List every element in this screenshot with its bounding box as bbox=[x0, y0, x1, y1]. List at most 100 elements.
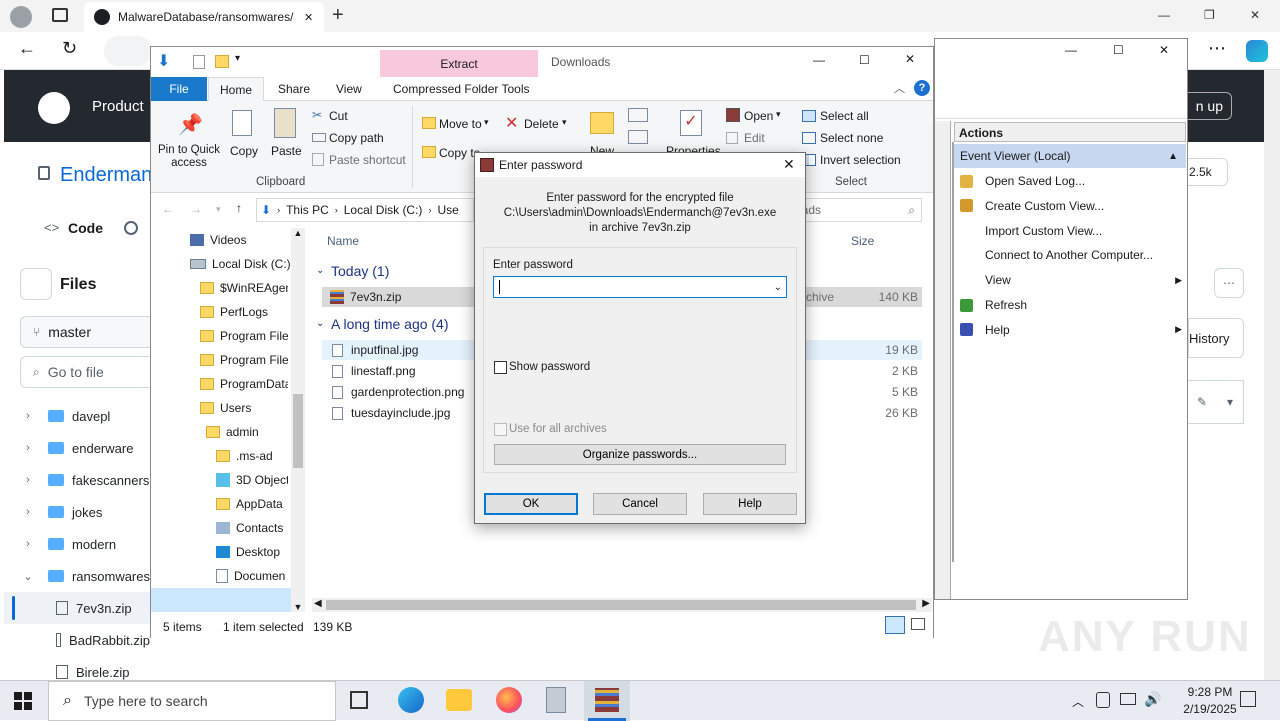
invert-selection-button[interactable]: Invert selection bbox=[820, 153, 901, 167]
nav-item[interactable]: ProgramData bbox=[200, 372, 288, 396]
ok-button[interactable]: OK bbox=[484, 493, 578, 515]
nav-up-icon[interactable]: ↑ bbox=[236, 201, 242, 215]
organize-passwords-button[interactable]: Organize passwords... bbox=[494, 444, 786, 465]
issues-icon[interactable] bbox=[124, 221, 138, 235]
action-item[interactable]: Connect to Another Computer... bbox=[960, 243, 1182, 267]
easy-access-icon[interactable] bbox=[628, 130, 648, 144]
nav-recent-icon[interactable]: ▾ bbox=[216, 204, 221, 215]
tree-item[interactable]: BadRabbit.zip bbox=[4, 624, 150, 656]
repo-name[interactable]: Enderman bbox=[60, 164, 152, 187]
tree-item[interactable]: › modern bbox=[4, 528, 150, 560]
window-restore-button[interactable]: ❐ bbox=[1204, 8, 1215, 22]
tab-actions-icon[interactable] bbox=[52, 8, 68, 22]
help-icon[interactable]: ? bbox=[914, 80, 930, 96]
group-collapse-icon[interactable]: ⌄ bbox=[316, 318, 324, 329]
column-header-name[interactable]: Name bbox=[327, 234, 359, 248]
signup-button[interactable]: n up bbox=[1182, 92, 1232, 120]
nav-scrollbar[interactable]: ▲ ▼ bbox=[291, 228, 305, 612]
group-collapse-icon[interactable]: ⌄ bbox=[316, 265, 324, 276]
nav-item[interactable]: Program Files bbox=[200, 348, 288, 372]
volume-icon[interactable]: 🔊 bbox=[1144, 691, 1161, 708]
tree-item[interactable]: › enderware bbox=[4, 432, 150, 464]
edge-icon[interactable] bbox=[398, 687, 424, 713]
nav-item[interactable]: $WinREAgent bbox=[200, 276, 288, 300]
tree-item[interactable]: › fakescanners bbox=[4, 464, 150, 496]
nav-item[interactable]: Users bbox=[200, 396, 251, 420]
nav-item[interactable]: PerfLogs bbox=[200, 300, 268, 324]
delete-dropdown-icon[interactable]: ▾ bbox=[562, 117, 567, 128]
actions-section[interactable]: Event Viewer (Local) ▲ bbox=[954, 144, 1186, 168]
group-today[interactable]: Today (1) bbox=[331, 263, 389, 279]
nav-item[interactable]: Desktop bbox=[216, 540, 280, 564]
group-long-ago[interactable]: A long time ago (4) bbox=[331, 316, 449, 332]
winrar-taskbar-icon[interactable] bbox=[584, 681, 630, 721]
password-input[interactable]: ⌄ bbox=[493, 276, 787, 298]
nav-item[interactable]: .ms-ad bbox=[216, 444, 273, 468]
ev-close-button[interactable]: ✕ bbox=[1159, 43, 1169, 57]
branch-selector[interactable]: ⑂ master bbox=[20, 316, 160, 348]
profile-icon[interactable] bbox=[10, 6, 32, 28]
cut-button[interactable]: Cut bbox=[329, 109, 348, 123]
go-to-file-input[interactable]: ⌕ Go to file bbox=[20, 356, 160, 388]
nav-scroll-up-icon[interactable]: ▲ bbox=[291, 228, 305, 238]
quick-access-down-icon[interactable]: ⬇ bbox=[157, 51, 170, 71]
show-password-label[interactable]: Show password bbox=[509, 361, 590, 373]
search-box[interactable]: oads ⌕ bbox=[790, 198, 922, 222]
window-minimize-button[interactable]: — bbox=[1158, 8, 1170, 22]
tab-code[interactable]: Code bbox=[68, 220, 103, 236]
firefox-icon[interactable] bbox=[496, 687, 522, 713]
browser-tab[interactable]: MalwareDatabase/ransomwares/ ✕ bbox=[84, 2, 324, 32]
window-close-button[interactable]: ✕ bbox=[1250, 8, 1260, 22]
page-scrollbar[interactable] bbox=[1264, 70, 1280, 680]
tab-compressed-folder-tools[interactable]: Compressed Folder Tools bbox=[393, 82, 530, 96]
chevron-icon[interactable]: › bbox=[20, 410, 36, 422]
scroll-left-icon[interactable]: ◀ bbox=[314, 598, 322, 609]
ev-maximize-button[interactable]: ☐ bbox=[1113, 43, 1124, 57]
action-item[interactable]: Refresh bbox=[960, 293, 1182, 317]
tray-overflow-icon[interactable]: ︿ bbox=[1072, 693, 1084, 710]
open-dropdown-icon[interactable]: ▾ bbox=[776, 109, 781, 120]
copy-button[interactable]: Copy bbox=[230, 144, 258, 158]
file-explorer-taskbar-icon[interactable] bbox=[446, 689, 472, 711]
chevron-icon[interactable]: ⌄ bbox=[20, 570, 36, 583]
stars-count[interactable]: 2.5k bbox=[1184, 158, 1228, 186]
start-windows-icon[interactable] bbox=[14, 692, 32, 710]
nav-item[interactable]: Contacts bbox=[216, 516, 283, 540]
scroll-right-icon[interactable]: ▶ bbox=[922, 598, 930, 609]
copy-path-button[interactable]: Copy path bbox=[329, 131, 384, 145]
task-view-icon[interactable] bbox=[350, 691, 368, 709]
nav-scroll-down-icon[interactable]: ▼ bbox=[291, 602, 305, 612]
nav-item[interactable]: Local Disk (C:) bbox=[190, 252, 290, 276]
action-item[interactable]: Open Saved Log... bbox=[960, 169, 1182, 193]
reload-icon[interactable]: ↻ bbox=[62, 38, 77, 59]
tree-item[interactable]: › jokes bbox=[4, 496, 150, 528]
more-menu-icon[interactable]: ⋯ bbox=[1208, 38, 1226, 59]
tree-item[interactable]: ⌄ ransomwares bbox=[4, 560, 150, 592]
show-password-checkbox[interactable] bbox=[494, 361, 507, 374]
edit-file-button[interactable]: ✎ ▾ bbox=[1186, 380, 1244, 424]
details-view-icon[interactable] bbox=[885, 616, 905, 634]
open-button[interactable]: Open bbox=[744, 109, 773, 123]
explorer-close-button[interactable]: ✕ bbox=[905, 52, 915, 66]
clock-time[interactable]: 9:28 PM bbox=[1172, 685, 1248, 699]
address-bar[interactable] bbox=[104, 36, 152, 66]
nav-forward-icon[interactable]: → bbox=[190, 202, 202, 216]
github-logo-icon[interactable] bbox=[38, 92, 70, 124]
nav-back-icon[interactable]: ← bbox=[162, 202, 174, 216]
action-item[interactable]: Create Custom View... bbox=[960, 194, 1182, 218]
new-tab-button[interactable]: + bbox=[332, 4, 344, 27]
chevron-icon[interactable]: › bbox=[20, 538, 36, 550]
large-icons-view-icon[interactable] bbox=[911, 618, 925, 630]
network-icon[interactable] bbox=[1120, 693, 1136, 705]
dialog-close-button[interactable]: ✕ bbox=[783, 156, 795, 173]
installer-app-icon[interactable] bbox=[546, 687, 566, 713]
nav-scroll-thumb[interactable] bbox=[293, 394, 303, 468]
select-all-button[interactable]: Select all bbox=[820, 109, 869, 123]
nav-item[interactable]: 3D Objects bbox=[216, 468, 288, 492]
action-item[interactable]: View ▶ bbox=[960, 268, 1182, 292]
address-local-disk[interactable]: Local Disk (C:) bbox=[344, 203, 423, 217]
tab-file[interactable]: File bbox=[151, 77, 207, 101]
properties-qa-icon[interactable] bbox=[193, 55, 205, 69]
address-this-pc[interactable]: This PC bbox=[286, 203, 329, 217]
column-header-size[interactable]: Size bbox=[851, 234, 874, 248]
